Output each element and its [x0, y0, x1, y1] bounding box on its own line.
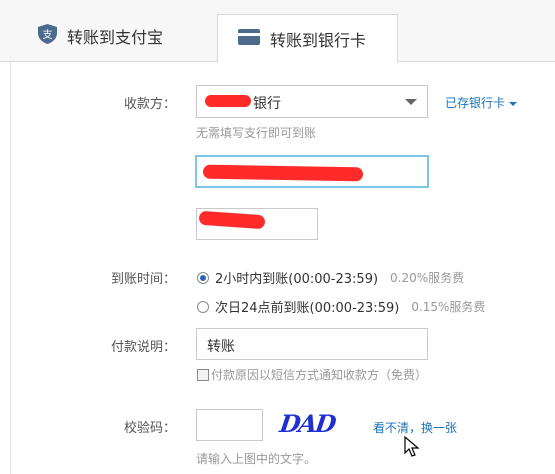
bank-select[interactable]: 银行 [196, 85, 428, 118]
payee-name-input[interactable] [196, 208, 318, 240]
saved-cards-link-text: 已存银行卡 [445, 96, 506, 110]
payee-label: 收款方： [123, 97, 176, 112]
notify-checkbox-row[interactable]: 付款原因以短信方式通知收款方（免费） [197, 366, 427, 383]
caret-down-icon [509, 101, 518, 106]
panel-border [10, 62, 11, 474]
notify-checkbox[interactable] [197, 368, 209, 381]
bank-select-value: 银行 [253, 96, 281, 112]
mouse-cursor-icon [404, 436, 420, 457]
arrival-option-fee: 0.15%服务费 [411, 300, 486, 314]
captcha-hint: 请输入上图中的文字。 [196, 452, 317, 466]
radio-button[interactable] [197, 300, 209, 313]
arrival-option-next-day[interactable]: 次日24点前到账(00:00-23:59) 0.15%服务费 [197, 297, 485, 316]
redaction-mark [202, 164, 364, 182]
redaction-mark [198, 210, 266, 230]
tab-label: 转账到支付宝 [67, 28, 164, 47]
card-number-input[interactable] [195, 155, 429, 188]
bank-hint: 无需填写支行即可到账 [196, 126, 317, 140]
chevron-down-icon [405, 99, 417, 105]
radio-button[interactable] [197, 271, 209, 284]
captcha-refresh-link[interactable]: 看不清，换一张 [373, 419, 457, 436]
saved-cards-link[interactable]: 已存银行卡 [445, 94, 518, 111]
arrival-option-text: 次日24点前到账(00:00-23:59) [215, 301, 400, 316]
tab-bar: 支 转账到支付宝 转账到银行卡 [0, 0, 555, 63]
captcha-input[interactable] [196, 409, 263, 441]
tab-label: 转账到银行卡 [270, 30, 367, 50]
tab-transfer-to-alipay[interactable]: 支 转账到支付宝 [38, 10, 163, 62]
notify-checkbox-label: 付款原因以短信方式通知收款方（免费） [211, 368, 428, 382]
note-input[interactable]: 转账 [196, 328, 428, 360]
arrival-option-2h[interactable]: 2小时内到账(00:00-23:59) 0.20%服务费 [197, 268, 464, 287]
svg-text:支: 支 [43, 29, 53, 41]
card-icon [238, 28, 260, 49]
arrival-option-text: 2小时内到账(00:00-23:59) [215, 272, 379, 287]
note-input-value: 转账 [207, 339, 235, 355]
arrival-label: 到账时间： [110, 272, 176, 287]
tab-transfer-to-bank-card[interactable]: 转账到银行卡 [217, 14, 398, 63]
arrival-option-fee: 0.20%服务费 [390, 271, 465, 285]
redaction-mark [205, 95, 251, 107]
note-label: 付款说明： [110, 340, 176, 355]
captcha-image[interactable]: DAD [278, 409, 336, 438]
captcha-label: 校验码： [123, 421, 176, 436]
shield-icon: 支 [38, 24, 57, 48]
